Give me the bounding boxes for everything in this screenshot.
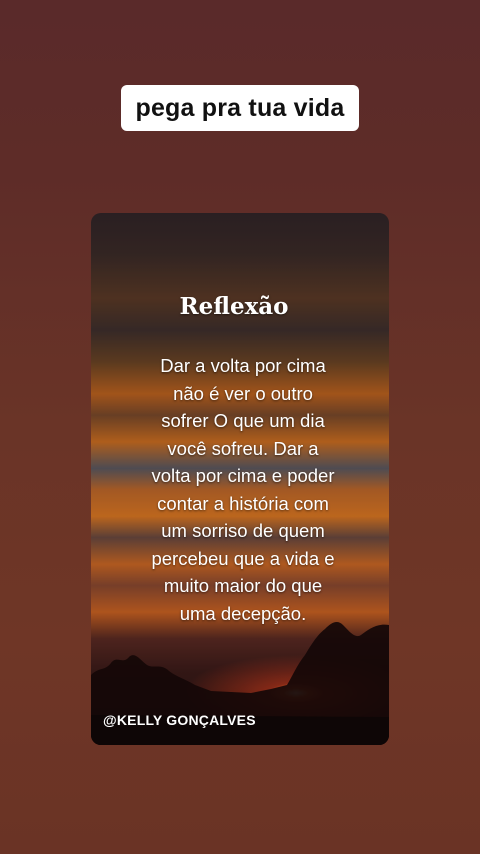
story-caption-text: pega pra tua vida <box>135 93 345 122</box>
reflection-post-card: Reflexão Dar a volta por cima não é ver … <box>91 213 389 745</box>
story-caption-sticker[interactable]: pega pra tua vida <box>121 85 359 131</box>
author-credit: @KELLY GONÇALVES <box>103 712 256 728</box>
post-title: Reflexão <box>179 293 289 320</box>
post-body-text: Dar a volta por cima não é ver o outro s… <box>151 355 335 624</box>
